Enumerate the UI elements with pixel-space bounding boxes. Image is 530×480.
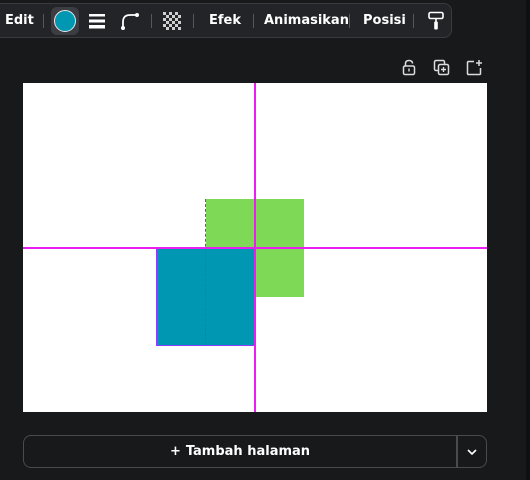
lock-icon (402, 59, 416, 75)
horizontal-center-guide (23, 247, 487, 249)
copy-style-icon (428, 11, 444, 30)
add-page-icon (466, 59, 482, 75)
fill-color-icon (54, 10, 76, 32)
duplicate-page-button[interactable] (430, 56, 452, 78)
toolbar-divider (43, 14, 44, 28)
fill-color-button[interactable] (51, 7, 79, 35)
toolbar-divider (151, 14, 152, 28)
toolbar-divider (413, 14, 414, 28)
duplicate-page-icon (433, 59, 449, 75)
effects-button[interactable]: Efek (209, 4, 241, 37)
toolbar-divider (193, 14, 194, 28)
position-button[interactable]: Posisi (363, 4, 406, 37)
line-weight-icon (89, 14, 105, 29)
transparency-button[interactable] (158, 7, 186, 35)
add-page-options-button[interactable] (457, 435, 487, 468)
alignment-snap-line (205, 199, 206, 346)
toolbar-divider (349, 14, 350, 28)
design-page[interactable] (23, 83, 487, 412)
toolbar-divider (253, 14, 254, 28)
edit-button[interactable]: Edit (5, 4, 34, 37)
plus-icon: + (169, 444, 181, 459)
scrollbar-track[interactable] (526, 0, 530, 480)
add-page-above-button[interactable] (463, 56, 485, 78)
line-weight-button[interactable] (83, 7, 111, 35)
corner-rounding-icon (121, 13, 139, 30)
corner-rounding-button[interactable] (116, 7, 144, 35)
editor-app: Edit Efek Animasikan Posisi + Tambah hal… (0, 0, 530, 480)
lock-page-button[interactable] (398, 56, 420, 78)
animate-button[interactable]: Animasikan (264, 4, 349, 37)
editor-panel: Edit Efek Animasikan Posisi + Tambah hal… (0, 0, 526, 480)
add-page-button[interactable]: + Tambah halaman (23, 435, 457, 468)
context-toolbar: Edit Efek Animasikan Posisi (0, 3, 452, 38)
add-page-label: Tambah halaman (185, 444, 311, 459)
transparency-icon (163, 12, 181, 30)
chevron-down-icon (467, 448, 477, 455)
copy-style-button[interactable] (422, 7, 450, 35)
